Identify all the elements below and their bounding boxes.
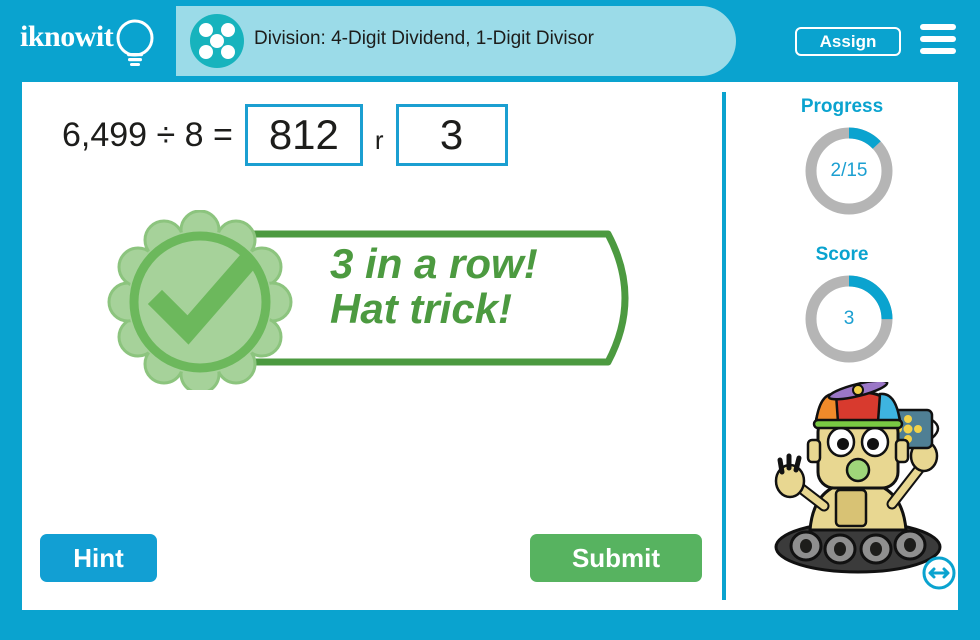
menu-bar (920, 48, 956, 54)
feedback-message: 3 in a row! Hat trick! (330, 240, 650, 332)
progress-value: 2/15 (830, 160, 868, 181)
feedback-line-1: 3 in a row! (330, 240, 538, 287)
submit-button[interactable]: Submit (530, 534, 702, 582)
lesson-title: Division: 4-Digit Dividend, 1-Digit Divi… (254, 28, 594, 49)
iknowit-logo[interactable]: iknowit (18, 12, 168, 70)
question-row: 6,499 ÷ 8 = r (62, 100, 508, 170)
remainder-input[interactable] (395, 104, 508, 166)
sidebar: Progress 2/15 Score 3 (726, 82, 958, 610)
dot (221, 23, 235, 37)
assign-button[interactable]: Assign (795, 27, 901, 56)
score-value: 3 (843, 308, 855, 329)
content-panel: 6,499 ÷ 8 = r (22, 82, 958, 610)
dot (221, 45, 235, 59)
logo-wordmark: iknowit (20, 20, 114, 53)
robot-mascot-icon (774, 382, 942, 574)
five-dots-icon (190, 14, 244, 68)
quotient-input[interactable] (244, 104, 363, 166)
app-header: iknowit Division: 4-Digit Dividend, 1-Di… (0, 0, 980, 82)
hint-button[interactable]: Hint (40, 534, 157, 582)
question-prompt: 6,499 ÷ 8 = (62, 115, 233, 154)
progress-ring: 2/15 (802, 124, 896, 218)
resize-horizontal-icon[interactable] (922, 556, 956, 590)
iknowit-lesson-window: iknowit Division: 4-Digit Dividend, 1-Di… (0, 0, 980, 640)
feedback-banner: 3 in a row! Hat trick! (100, 210, 660, 390)
feedback-line-2: Hat trick! (330, 284, 513, 332)
remainder-label: r (374, 124, 384, 155)
dot (199, 45, 213, 59)
hamburger-menu-icon[interactable] (920, 24, 956, 58)
menu-bar (920, 36, 956, 42)
menu-bar (920, 24, 956, 30)
dot (210, 34, 224, 48)
progress-label: Progress (800, 96, 884, 117)
score-ring: 3 (802, 272, 896, 366)
lightbulb-icon (116, 19, 154, 66)
dot (199, 23, 213, 37)
check-rosette-icon (107, 210, 293, 390)
score-label: Score (815, 244, 869, 265)
